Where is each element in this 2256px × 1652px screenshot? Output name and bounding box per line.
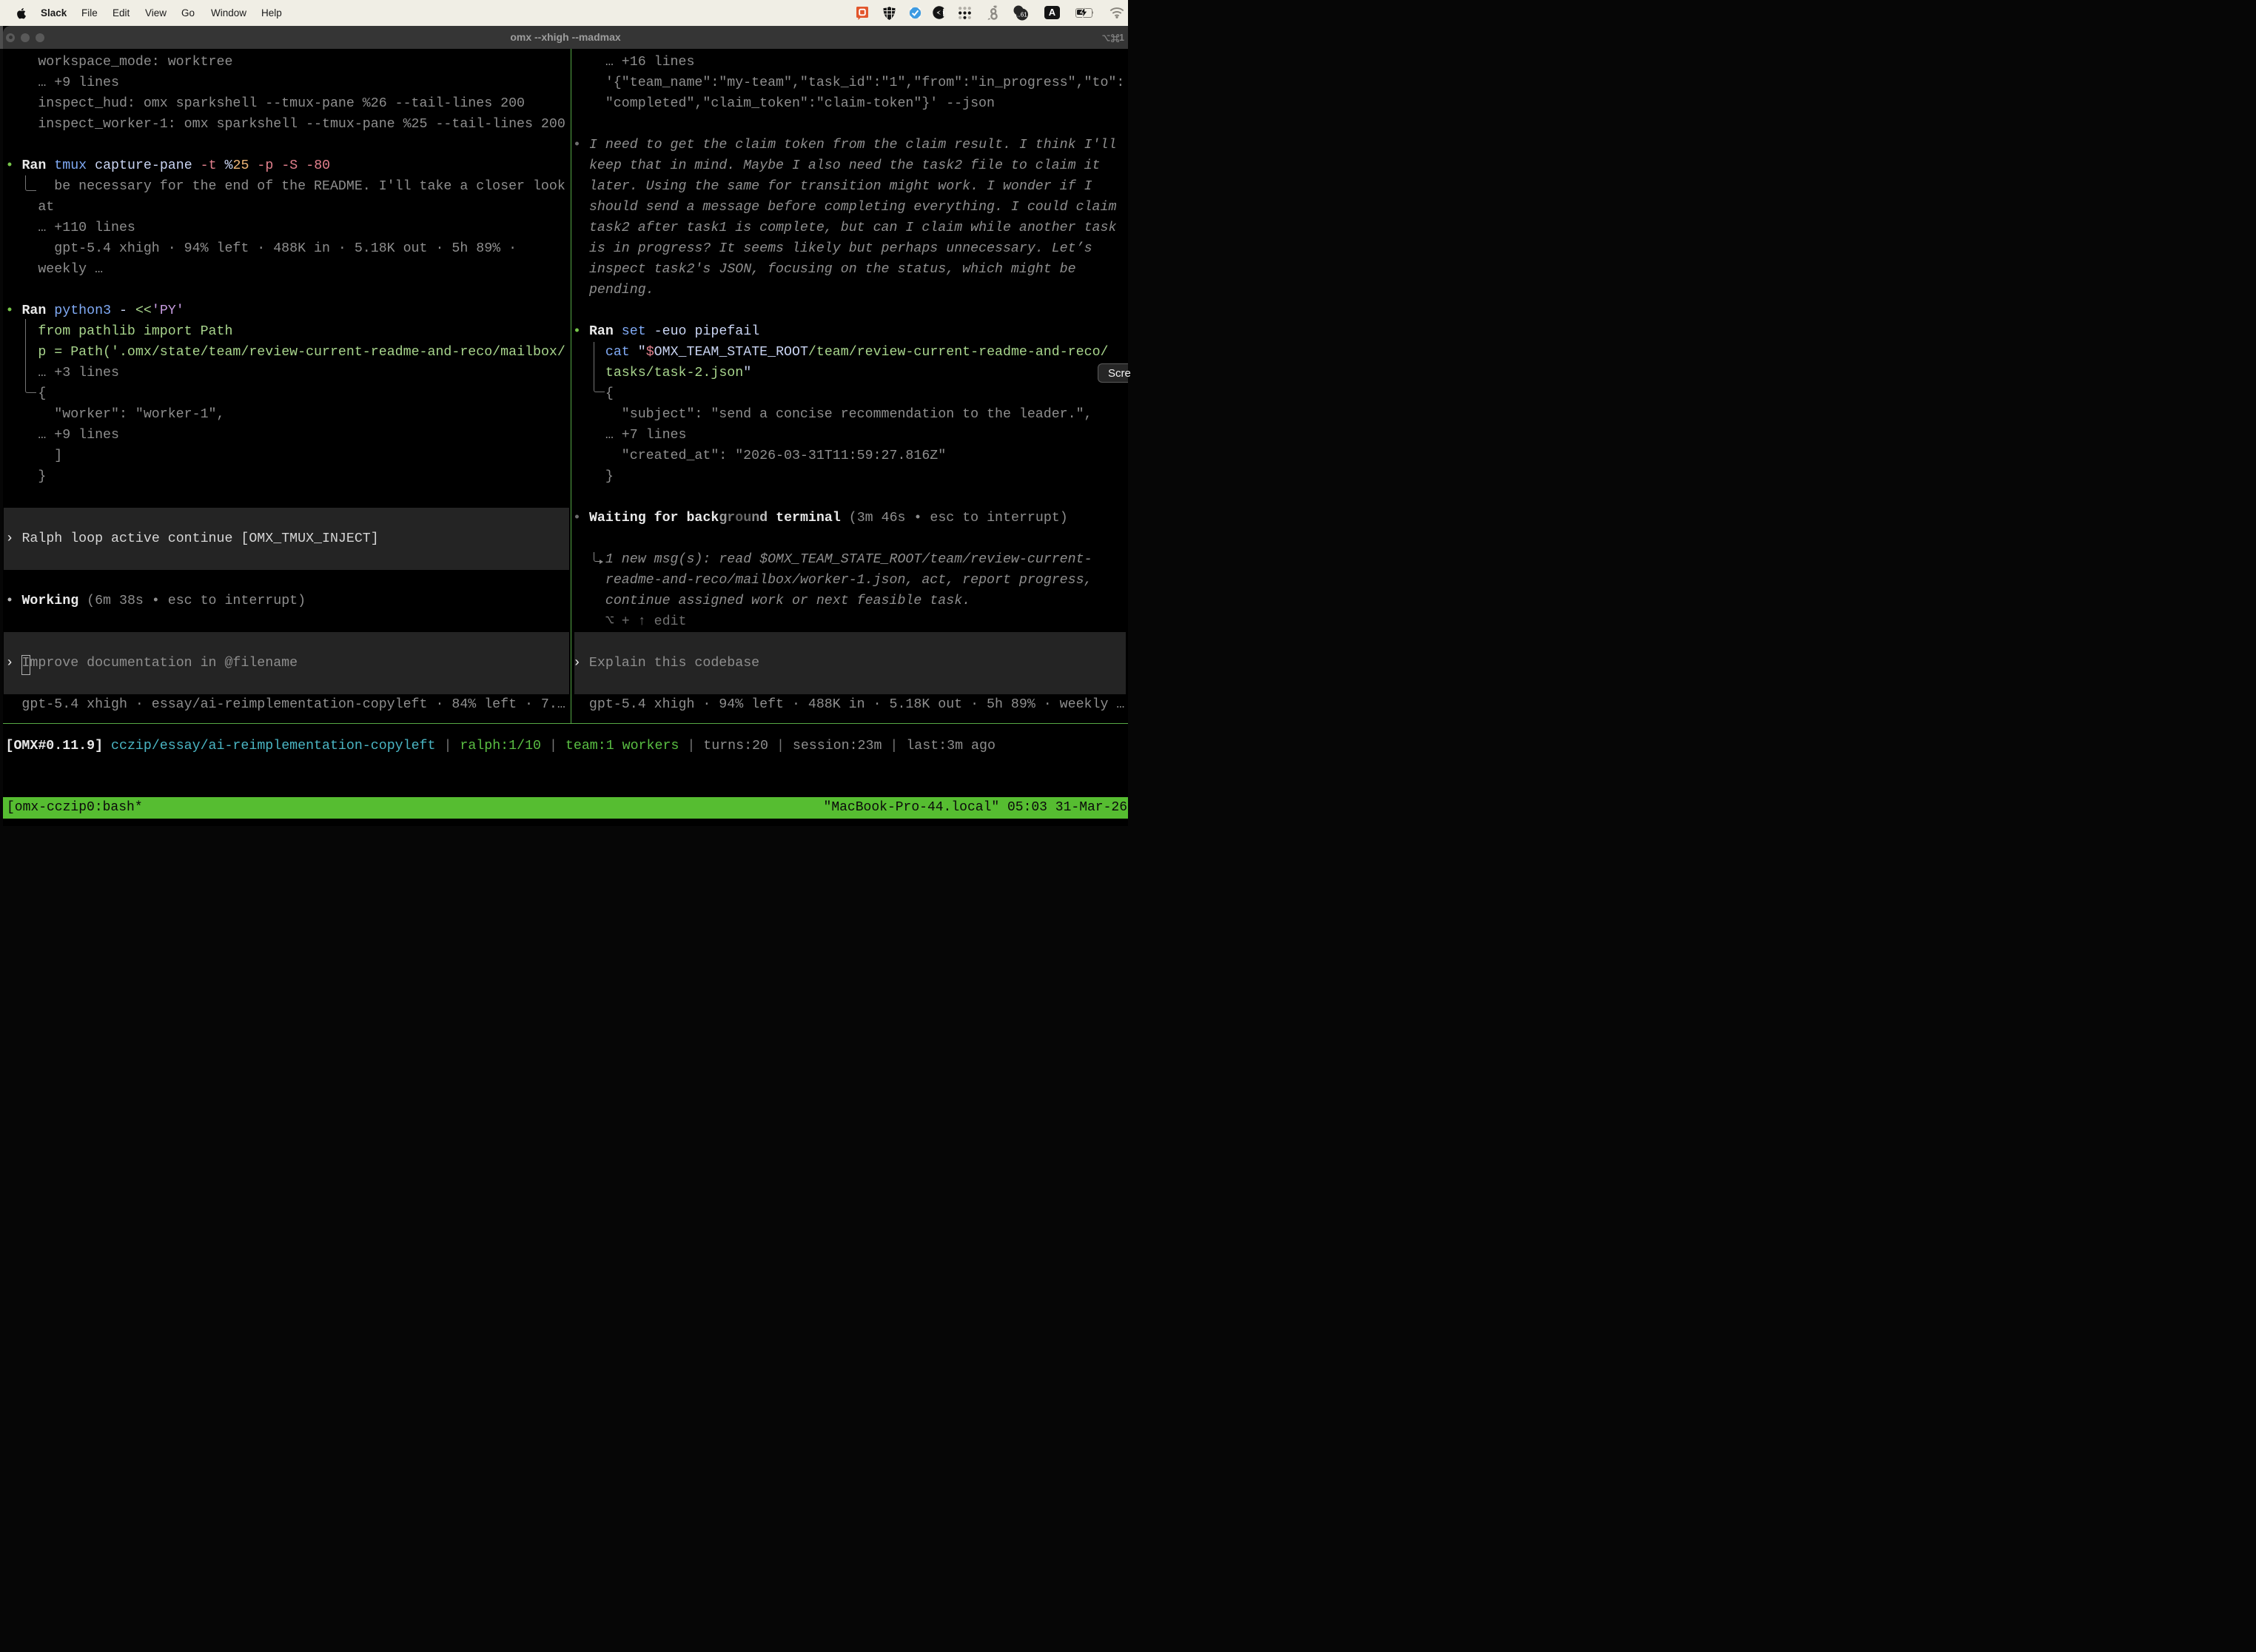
svg-text:..61: ..61 [1017, 12, 1027, 19]
